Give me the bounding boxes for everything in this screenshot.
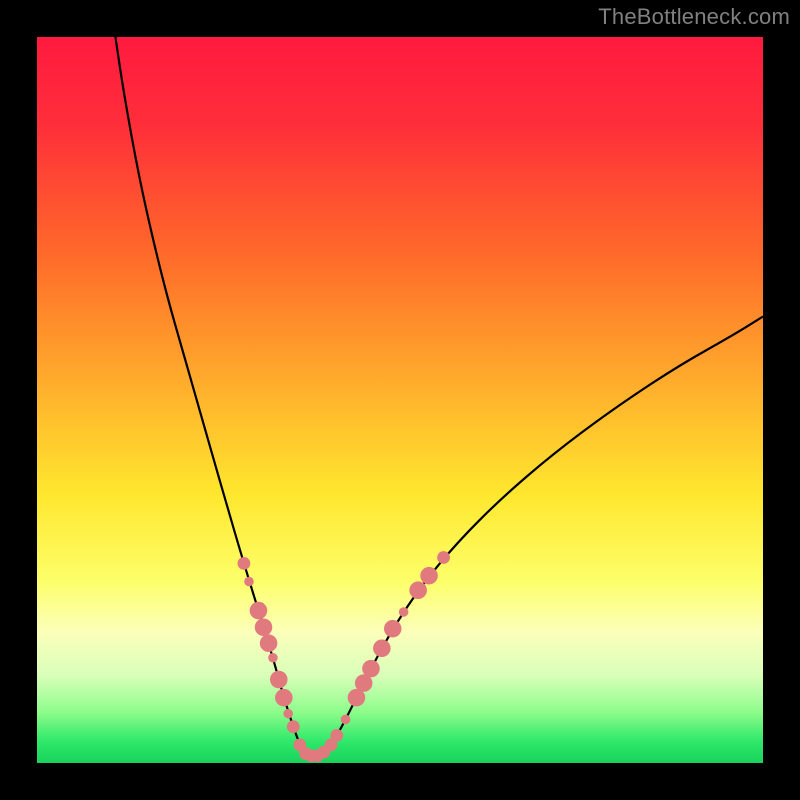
marker-dot — [275, 689, 293, 707]
marker-dot — [420, 567, 438, 585]
marker-dot — [283, 709, 293, 719]
marker-dot — [238, 557, 251, 570]
watermark-text: TheBottleneck.com — [598, 4, 790, 30]
marker-dot — [399, 607, 409, 617]
gradient-background — [37, 37, 763, 763]
marker-dot — [255, 618, 273, 636]
marker-dot — [270, 671, 288, 689]
chart-frame: TheBottleneck.com — [0, 0, 800, 800]
marker-dot — [244, 577, 254, 587]
marker-dot — [409, 581, 427, 599]
marker-dot — [341, 715, 351, 725]
marker-dot — [362, 660, 380, 678]
marker-dot — [384, 620, 402, 638]
bottleneck-chart — [37, 37, 763, 763]
plot-area — [37, 37, 763, 763]
marker-dot — [330, 729, 343, 742]
marker-dot — [437, 551, 450, 564]
marker-dot — [287, 720, 300, 733]
marker-dot — [373, 640, 391, 658]
marker-dot — [250, 602, 268, 620]
marker-dot — [268, 653, 278, 663]
marker-dot — [260, 634, 278, 652]
